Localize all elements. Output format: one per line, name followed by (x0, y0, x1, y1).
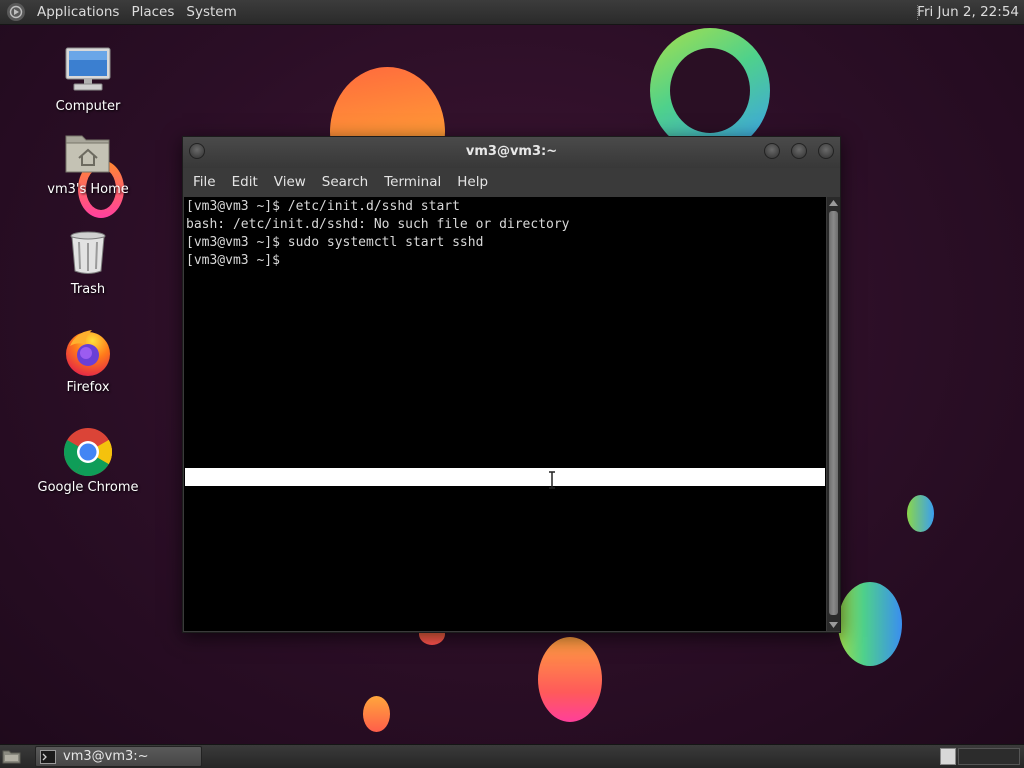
terminal-line: [vm3@vm3 ~]$ /etc/init.d/sshd start (186, 199, 460, 214)
applications-menu[interactable]: Applications (31, 4, 125, 20)
computer-icon (62, 45, 114, 97)
terminal-prompt-line: [vm3@vm3 ~]$ (186, 253, 288, 268)
desktop-icon-trash[interactable]: Trash (33, 228, 143, 297)
terminal-line: [vm3@vm3 ~]$ sudo systemctl start sshd (186, 235, 484, 250)
desktop-icon-chrome[interactable]: Google Chrome (33, 426, 143, 495)
menu-help[interactable]: Help (452, 174, 496, 190)
scrollbar-thumb[interactable] (829, 211, 838, 615)
show-desktop-icon[interactable] (2, 748, 22, 765)
taskbar-terminal-button[interactable]: vm3@vm3:~ (35, 746, 202, 767)
desktop-icon-label: Computer (55, 99, 121, 114)
desktop-icon-firefox[interactable]: Firefox (33, 326, 143, 395)
terminal-window: vm3@vm3:~ File Edit View Search Terminal… (182, 136, 841, 633)
desktop-icon-home[interactable]: vm3's Home (33, 128, 143, 197)
window-titlebar[interactable]: vm3@vm3:~ (183, 137, 840, 168)
close-icon[interactable] (818, 143, 834, 159)
menu-terminal[interactable]: Terminal (379, 174, 449, 190)
places-menu[interactable]: Places (125, 4, 180, 20)
taskbar-label: vm3@vm3:~ (63, 749, 149, 764)
firefox-icon (62, 326, 114, 378)
menu-view[interactable]: View (269, 174, 314, 190)
terminal-highlight-bar (185, 468, 825, 486)
desktop-icon-label: Trash (70, 282, 106, 297)
desktop-icon-computer[interactable]: Computer (33, 45, 143, 114)
workspace-switcher[interactable] (958, 748, 1020, 765)
scroll-up-icon[interactable] (827, 197, 840, 209)
system-menu[interactable]: System (180, 4, 242, 20)
chrome-icon (62, 426, 114, 478)
home-folder-icon (62, 128, 114, 180)
maximize-icon[interactable] (791, 143, 807, 159)
menu-file[interactable]: File (188, 174, 224, 190)
top-panel: Applications Places System Fri Jun 2, 22… (0, 0, 1024, 25)
terminal-output[interactable]: [vm3@vm3 ~]$ /etc/init.d/sshd start bash… (184, 197, 826, 631)
bottom-panel: vm3@vm3:~ (0, 744, 1024, 768)
trash-icon (62, 228, 114, 280)
terminal-icon (40, 749, 56, 764)
desktop-icon-label: Google Chrome (37, 480, 139, 495)
menu-search[interactable]: Search (317, 174, 376, 190)
applications-logo-icon[interactable] (7, 3, 25, 21)
ibeam-cursor-icon (547, 471, 557, 489)
minimize-icon[interactable] (764, 143, 780, 159)
scroll-down-icon[interactable] (827, 619, 840, 631)
clock[interactable]: Fri Jun 2, 22:54 (917, 4, 1019, 20)
desktop-icon-label: Firefox (66, 380, 110, 395)
terminal-menubar: File Edit View Search Terminal Help (183, 168, 840, 196)
terminal-line: bash: /etc/init.d/sshd: No such file or … (186, 217, 570, 232)
window-title: vm3@vm3:~ (465, 144, 558, 159)
terminal-scrollbar[interactable] (827, 197, 840, 631)
menu-edit[interactable]: Edit (227, 174, 266, 190)
workspace-1[interactable] (940, 748, 956, 765)
desktop-icon-label: vm3's Home (47, 182, 129, 197)
